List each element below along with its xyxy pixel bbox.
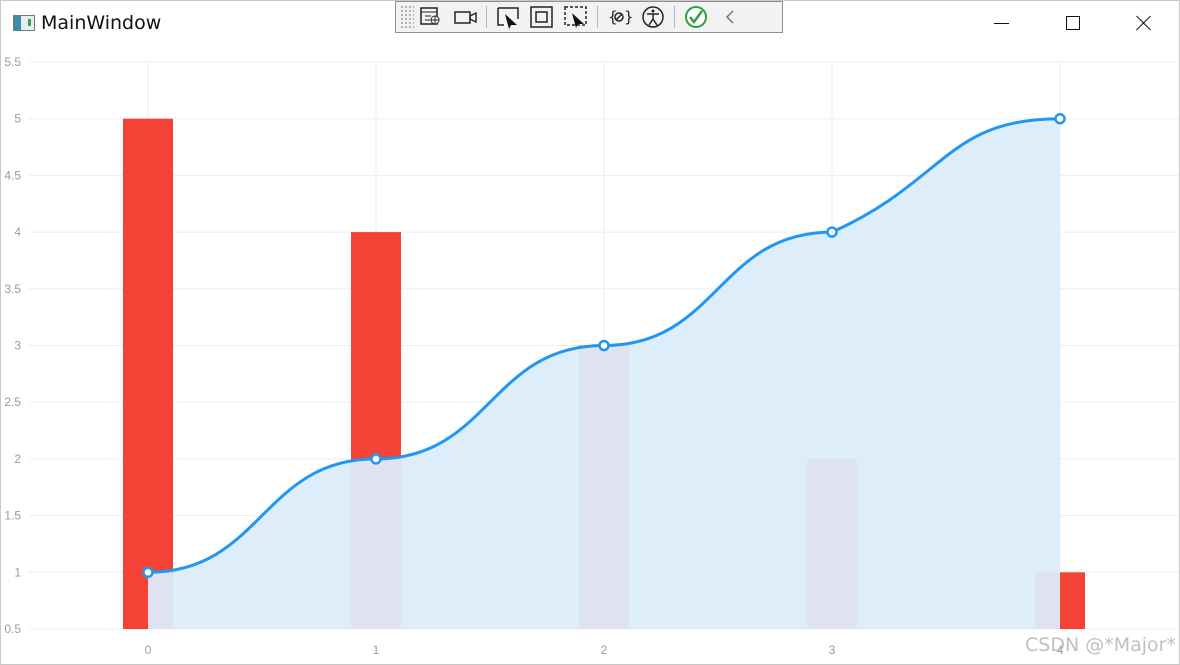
live-visual-tree-icon[interactable] bbox=[414, 3, 448, 31]
line-point bbox=[142, 566, 154, 579]
bar bbox=[123, 118, 173, 629]
y-tick-label: 0.5 bbox=[4, 622, 21, 636]
minimize-icon bbox=[994, 22, 1009, 24]
x-tick-label: 2 bbox=[601, 643, 608, 657]
toolbar-separator bbox=[674, 6, 675, 28]
y-tick-label: 4.5 bbox=[4, 168, 21, 182]
main-window: MainWindow {} 0.5 1 1.5 2 2.5 3 3.5 4 4.… bbox=[0, 0, 1180, 665]
close-icon bbox=[1136, 15, 1152, 31]
video-camera-icon[interactable] bbox=[448, 3, 482, 31]
maximize-icon bbox=[1065, 16, 1080, 30]
app-window-icon bbox=[13, 15, 35, 31]
y-tick-label: 1.5 bbox=[4, 509, 21, 523]
svg-text:{: { bbox=[608, 8, 618, 26]
y-tick-label: 1 bbox=[14, 565, 21, 579]
collapse-chevron-icon[interactable] bbox=[713, 3, 747, 31]
chart-svg: 0.511.522.533.544.555.50 1 2 3 4 bbox=[4, 55, 1179, 657]
x-tick-label: 0 bbox=[145, 643, 152, 657]
y-tick-label: 3 bbox=[14, 339, 21, 353]
chart-area: 0.5 1 1.5 2 2.5 3 3.5 4 4.5 5 5.5 0 1 2 3 4 bbox=[1, 45, 1179, 664]
y-tick-label: 5 bbox=[14, 112, 21, 126]
line-point bbox=[598, 339, 610, 352]
y-tick-label: 3.5 bbox=[4, 282, 21, 296]
y-tick-label: 2 bbox=[14, 452, 21, 466]
binding-failures-icon[interactable]: {} bbox=[602, 3, 636, 31]
line-point bbox=[1054, 112, 1066, 125]
close-button[interactable] bbox=[1108, 1, 1179, 45]
y-tick-label: 5.5 bbox=[4, 55, 21, 69]
minimize-button[interactable] bbox=[966, 1, 1037, 45]
x-tick-label: 1 bbox=[373, 643, 380, 657]
watermark: CSDN @*Major* bbox=[1025, 634, 1176, 656]
select-element-icon[interactable] bbox=[491, 3, 525, 31]
maximize-button[interactable] bbox=[1037, 1, 1108, 45]
y-tick-label: 2.5 bbox=[4, 395, 21, 409]
toolbar-separator bbox=[486, 6, 487, 28]
x-tick-label: 3 bbox=[829, 643, 836, 657]
wpf-runtime-toolbar: {} bbox=[395, 1, 783, 33]
title-bar[interactable]: MainWindow {} bbox=[1, 1, 1179, 45]
toolbar-separator bbox=[597, 6, 598, 28]
y-tick-label: 4 bbox=[14, 225, 21, 239]
svg-text:}: } bbox=[624, 8, 633, 26]
window-title: MainWindow bbox=[41, 12, 162, 34]
check-icon[interactable] bbox=[679, 3, 713, 31]
window-controls bbox=[966, 1, 1179, 45]
display-layout-adorners-icon[interactable] bbox=[525, 3, 559, 31]
track-focused-element-icon[interactable] bbox=[559, 3, 593, 31]
toolbar-grip-icon[interactable] bbox=[400, 5, 414, 29]
line-point bbox=[826, 226, 838, 238]
accessibility-icon[interactable] bbox=[636, 3, 670, 31]
line-point bbox=[370, 453, 382, 465]
